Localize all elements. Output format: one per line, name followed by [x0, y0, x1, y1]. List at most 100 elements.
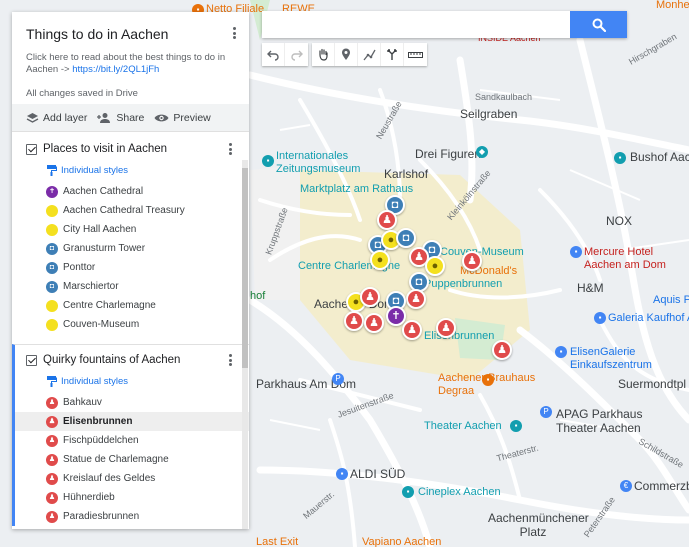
list-item-huhnerdieb[interactable]: ♟ Hühnerdieb	[15, 488, 249, 507]
layer-title[interactable]: Quirky fountains of Aachen	[43, 354, 180, 366]
map-label-couven[interactable]: Couven-Museum	[440, 246, 524, 259]
map-label-elisengalerie[interactable]: ElisenGalerie Einkaufszentrum	[570, 346, 670, 371]
map-label-elisenbrunnen[interactable]: Elisenbrunnen	[424, 330, 494, 343]
parking-icon[interactable]: P	[540, 406, 552, 418]
hotel-icon[interactable]: ▪	[570, 246, 582, 258]
list-item-elisenbrunnen[interactable]: ♟ Elisenbrunnen	[15, 412, 249, 431]
layer-visibility-checkbox[interactable]	[26, 354, 37, 366]
marker-fountain[interactable]: ♟	[360, 287, 380, 307]
list-item-cathedral-treasury[interactable]: Aachen Cathedral Treasury	[12, 201, 249, 220]
search-input[interactable]	[262, 11, 570, 38]
list-item-granusturm[interactable]: ◘ Granusturm Tower	[12, 239, 249, 258]
list-item-kreislauf[interactable]: ♟ Kreislauf des Geldes	[15, 469, 249, 488]
bus-icon[interactable]: ▪	[614, 152, 626, 164]
list-item-aachen-cathedral[interactable]: ✝ Aachen Cathedral	[12, 182, 249, 201]
camera-icon: ◘	[46, 280, 58, 293]
circle-icon	[46, 223, 58, 236]
map-label-commerzbank[interactable]: Commerzba	[634, 479, 689, 494]
map-label-marktplatz[interactable]: Marktplatz am Rathaus	[300, 183, 413, 196]
marker-couven-museum[interactable]: ●	[425, 256, 445, 276]
item-label: City Hall Aachen	[63, 224, 137, 235]
map-description-link[interactable]: https://bit.ly/2QL1jFh	[72, 64, 159, 75]
marker-fountain[interactable]: ♟	[402, 320, 422, 340]
map-label-aquis[interactable]: Aquis P	[653, 294, 689, 307]
draw-line-button[interactable]	[358, 43, 381, 66]
cinema-icon[interactable]: ▪	[402, 486, 414, 498]
pan-tool-button[interactable]	[312, 43, 335, 66]
item-label: Fischpüddelchen	[63, 435, 139, 446]
list-item-paradiesbrunnen[interactable]: ♟ Paradiesbrunnen	[15, 507, 249, 526]
circle-icon	[46, 204, 58, 217]
map-label-nox[interactable]: NOX	[606, 214, 632, 229]
map-label-puppenbrunnen[interactable]: Puppenbrunnen	[424, 278, 502, 291]
layer-options-menu-icon[interactable]	[225, 352, 235, 368]
marker-fountain[interactable]: ♟	[344, 311, 364, 331]
map-label-theater[interactable]: Theater Aachen	[424, 420, 502, 433]
map-label-drei-figuren: Drei Figuren	[415, 147, 482, 161]
map-label-monheims[interactable]: Monheims	[656, 0, 689, 12]
search-button[interactable]	[570, 11, 627, 38]
map-label-hm[interactable]: H&M	[577, 281, 604, 296]
street-label-seilgraben: Seilgraben	[460, 107, 518, 121]
undo-button[interactable]	[262, 43, 285, 66]
layer-visibility-checkbox[interactable]	[26, 143, 37, 155]
map-label-cineplex[interactable]: Cineplex Aachen	[418, 486, 501, 499]
marker-fountain[interactable]: ♟	[436, 318, 456, 338]
list-item-bahkauv[interactable]: ♟ Bahkauv	[15, 393, 249, 412]
map-description[interactable]: Click here to read about the best things…	[26, 52, 236, 76]
map-label-bushof[interactable]: Bushof Aachen	[630, 150, 689, 165]
layer-style-button[interactable]: Individual styles	[15, 373, 249, 389]
map-label-vapiano[interactable]: Vapiano Aachen	[362, 536, 441, 547]
layer-style-button[interactable]: Individual styles	[12, 162, 249, 178]
marker-fountain[interactable]: ♟	[462, 251, 482, 271]
scrollbar-thumb[interactable]	[242, 168, 248, 368]
marker-fountain[interactable]: ♟	[364, 313, 384, 333]
item-label: Elisenbrunnen	[63, 416, 133, 427]
marker-elisenbrunnen[interactable]: ♟	[492, 340, 512, 360]
map-options-menu-icon[interactable]	[229, 25, 239, 41]
museum-icon[interactable]: ▪	[262, 155, 274, 167]
list-item-statue-charlemagne[interactable]: ♟ Statue de Charlemagne	[15, 450, 249, 469]
bank-icon[interactable]: €	[620, 480, 632, 492]
paint-roller-icon	[47, 376, 57, 387]
marker-fountain[interactable]: ♟	[377, 210, 397, 230]
map-label-mercure[interactable]: Mercure Hotel Aachen am Dom	[584, 246, 684, 271]
add-marker-button[interactable]	[335, 43, 358, 66]
marker-fountain[interactable]: ♟	[406, 289, 426, 309]
circle-icon	[46, 318, 58, 331]
list-item-fischpuddelchen[interactable]: ♟ Fischpüddelchen	[15, 431, 249, 450]
landmark-icon[interactable]: ◆	[476, 146, 488, 158]
map-label-apag[interactable]: APAG Parkhaus Theater Aachen	[556, 407, 646, 436]
theater-icon[interactable]: ▪	[510, 420, 522, 432]
parking-icon[interactable]: P	[332, 373, 344, 385]
list-item-city-hall[interactable]: City Hall Aachen	[12, 220, 249, 239]
map-label-aldi[interactable]: ALDI SÜD	[350, 467, 405, 482]
map-label-last-exit[interactable]: Last Exit	[256, 536, 298, 547]
shopping-icon[interactable]: ▪	[555, 346, 567, 358]
panel-scrollbar[interactable]	[242, 160, 248, 529]
map-label-brauhaus[interactable]: Aachener Brauhaus Degraa	[438, 372, 538, 397]
marker-granusturm[interactable]: ◘	[396, 228, 416, 248]
list-item-centre-charlemagne[interactable]: Centre Charlemagne	[12, 296, 249, 315]
map-title[interactable]: Things to do in Aachen	[26, 26, 235, 42]
layer-title[interactable]: Places to visit in Aachen	[43, 143, 167, 155]
directions-button[interactable]	[381, 43, 404, 66]
measure-button[interactable]	[404, 43, 427, 66]
list-item-ponttor[interactable]: ◘ Ponttor	[12, 258, 249, 277]
shopping-icon[interactable]: ▪	[336, 468, 348, 480]
map-label-zeitungsmuseum[interactable]: Internationales Zeitungsmuseum	[276, 150, 386, 175]
marker-centre-charlemagne[interactable]: ●	[370, 250, 390, 270]
redo-button[interactable]	[285, 43, 308, 66]
list-item-marschiertor[interactable]: ◘ Marschiertor	[12, 277, 249, 296]
share-button[interactable]: Share	[97, 112, 144, 124]
layer-options-menu-icon[interactable]	[225, 141, 235, 157]
layer-places-to-visit: Places to visit in Aachen Individual sty…	[12, 131, 249, 344]
preview-button[interactable]: Preview	[154, 112, 211, 124]
add-layer-button[interactable]: Add layer	[26, 112, 87, 124]
map-label-galeria[interactable]: Galeria Kaufhof A	[608, 312, 689, 325]
circle-icon	[46, 299, 58, 312]
save-status: All changes saved in Drive	[26, 87, 138, 99]
shopping-icon[interactable]: ▪	[594, 312, 606, 324]
list-item-couven-museum[interactable]: Couven-Museum	[12, 315, 249, 334]
layer-header: Places to visit in Aachen	[12, 136, 249, 162]
